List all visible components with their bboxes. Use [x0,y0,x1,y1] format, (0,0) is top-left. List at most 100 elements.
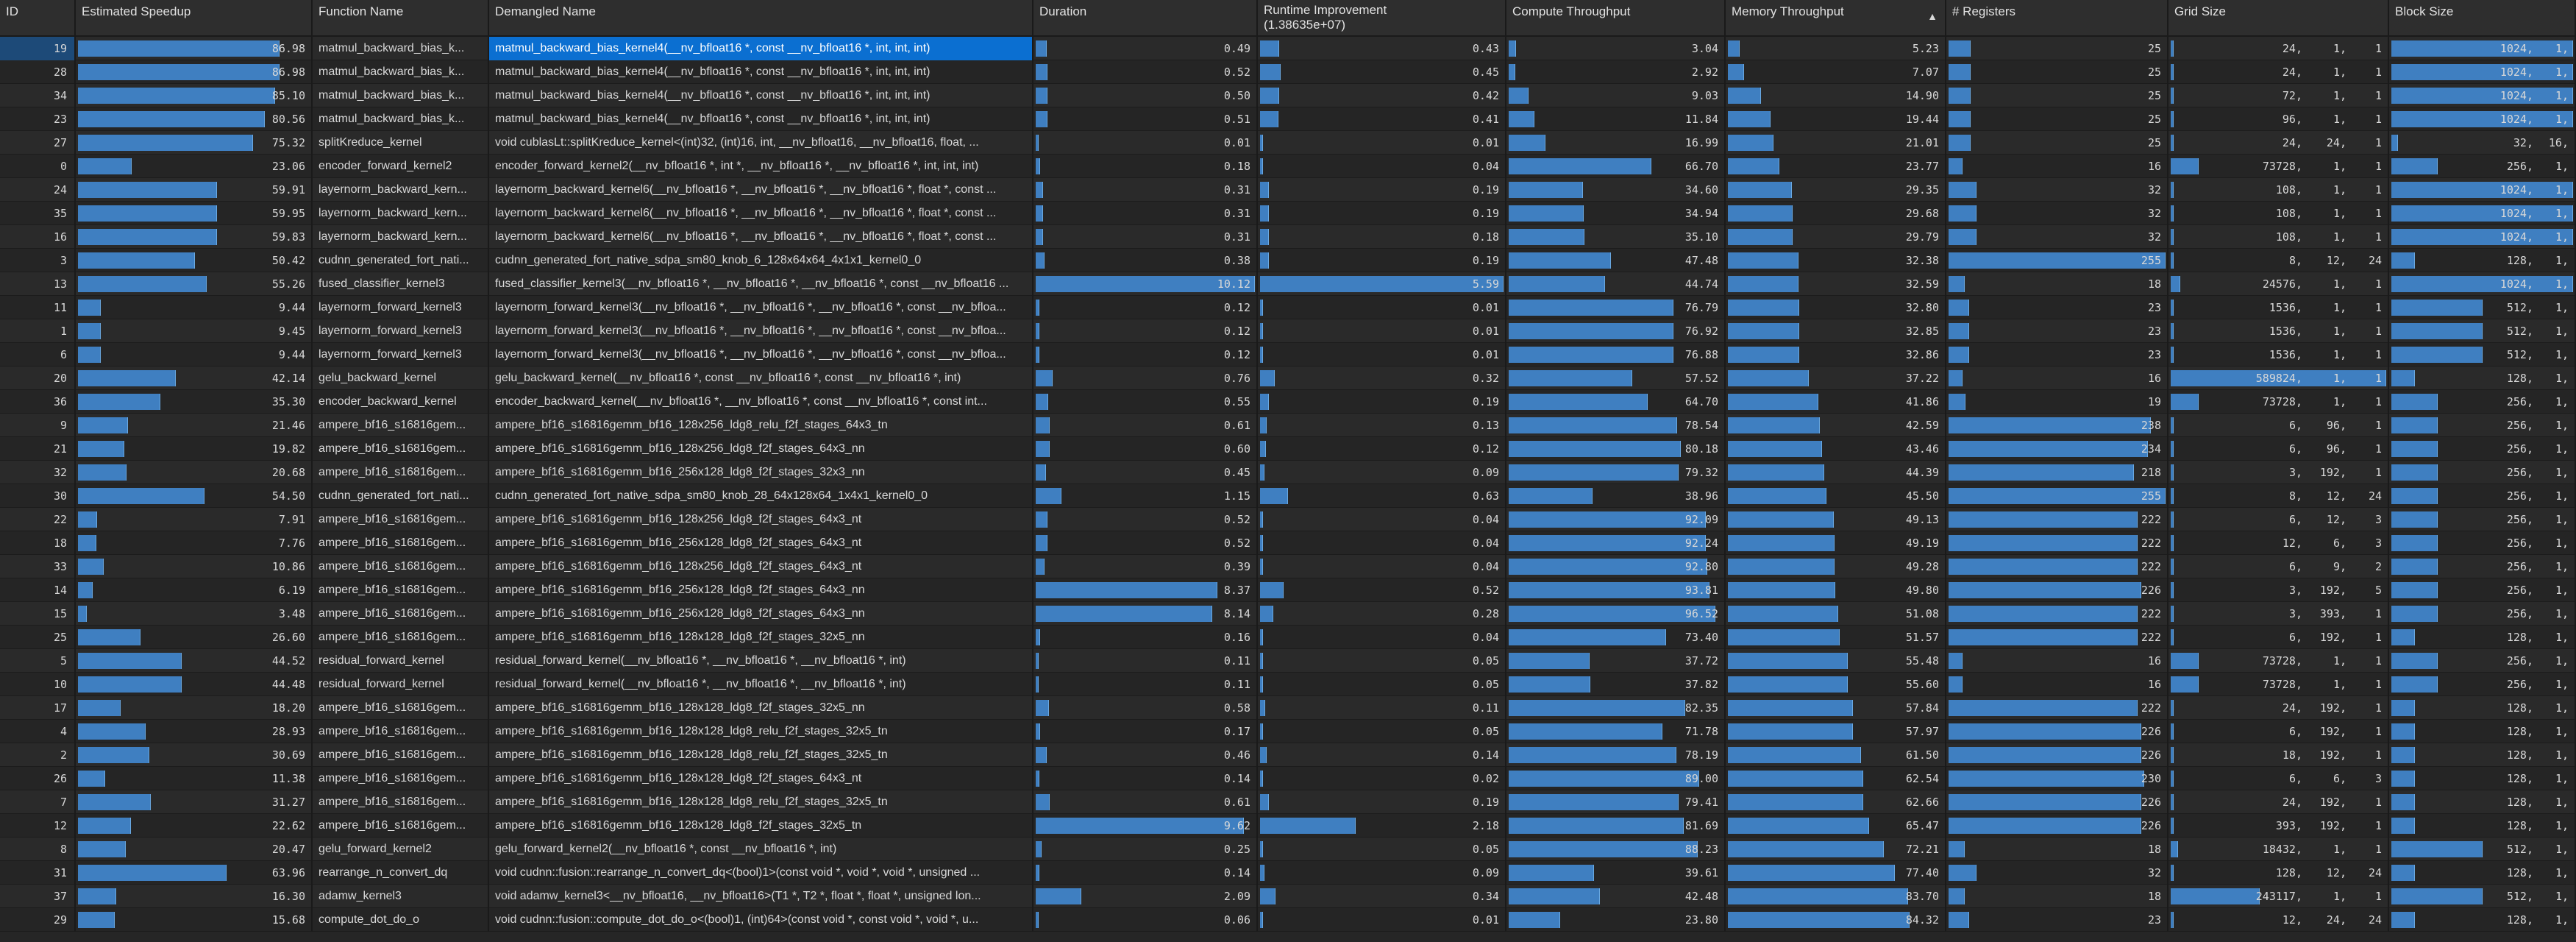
memory-throughput-cell[interactable]: 19.44 [1726,107,1946,131]
function-name-cell[interactable]: layernorm_forward_kernel3 [313,319,489,343]
id-cell[interactable]: 34 [0,84,76,107]
grid-size-cell[interactable]: 3, 192, 1 [2168,461,2389,484]
demangled-name-cell[interactable]: void cudnn::fusion::compute_dot_do_o<(bo… [489,908,1033,932]
block-size-cell[interactable]: 512, 1, [2389,837,2576,861]
id-cell[interactable]: 24 [0,178,76,202]
runtime-improvement-cell[interactable]: 0.01 [1258,343,1506,366]
grid-size-cell[interactable]: 108, 1, 1 [2168,225,2389,249]
function-name-cell[interactable]: compute_dot_do_o [313,908,489,932]
compute-throughput-cell[interactable]: 57.52 [1506,366,1726,390]
memory-throughput-cell[interactable]: 55.48 [1726,649,1946,673]
function-name-cell[interactable]: ampere_bf16_s16816gem... [313,696,489,720]
id-cell[interactable]: 14 [0,578,76,602]
block-size-cell[interactable]: 128, 1, [2389,743,2576,767]
grid-size-cell[interactable]: 6, 192, 1 [2168,720,2389,743]
compute-throughput-cell[interactable]: 71.78 [1506,720,1726,743]
table-row[interactable]: 2 30.69 ampere_bf16_s16816gem... ampere_bf1… [0,743,2576,767]
duration-cell[interactable]: 0.49 [1033,37,1258,60]
block-size-cell[interactable]: 128, 1, [2389,626,2576,649]
grid-size-cell[interactable]: 72, 1, 1 [2168,84,2389,107]
estimated-speedup-cell[interactable]: 20.68 [76,461,313,484]
duration-cell[interactable]: 0.18 [1033,155,1258,178]
memory-throughput-cell[interactable]: 57.97 [1726,720,1946,743]
estimated-speedup-cell[interactable]: 15.68 [76,908,313,932]
compute-throughput-cell[interactable]: 37.72 [1506,649,1726,673]
block-size-cell[interactable]: 512, 1, [2389,319,2576,343]
registers-cell[interactable]: 25 [1946,131,2168,155]
runtime-improvement-cell[interactable]: 0.11 [1258,696,1506,720]
compute-throughput-cell[interactable]: 38.96 [1506,484,1726,508]
estimated-speedup-cell[interactable]: 6.19 [76,578,313,602]
memory-throughput-cell[interactable]: 62.66 [1726,790,1946,814]
compute-throughput-cell[interactable]: 9.03 [1506,84,1726,107]
estimated-speedup-cell[interactable]: 55.26 [76,272,313,296]
registers-cell[interactable]: 222 [1946,555,2168,578]
grid-size-cell[interactable]: 393, 192, 1 [2168,814,2389,837]
function-name-cell[interactable]: ampere_bf16_s16816gem... [313,508,489,531]
compute-throughput-cell[interactable]: 39.61 [1506,861,1726,885]
compute-throughput-cell[interactable]: 35.10 [1506,225,1726,249]
table-row[interactable]: 18 7.76 ampere_bf16_s16816gem... ampere_bf1… [0,531,2576,555]
memory-throughput-cell[interactable]: 62.54 [1726,767,1946,790]
table-row[interactable]: 26 11.38 ampere_bf16_s16816gem... ampere_bf… [0,767,2576,790]
block-size-cell[interactable]: 256, 1, [2389,578,2576,602]
registers-cell[interactable]: 226 [1946,578,2168,602]
registers-cell[interactable]: 32 [1946,178,2168,202]
registers-cell[interactable]: 23 [1946,296,2168,319]
grid-size-cell[interactable]: 6, 6, 3 [2168,767,2389,790]
registers-cell[interactable]: 226 [1946,814,2168,837]
memory-throughput-cell[interactable]: 72.21 [1726,837,1946,861]
runtime-improvement-cell[interactable]: 0.19 [1258,390,1506,414]
memory-throughput-cell[interactable]: 65.47 [1726,814,1946,837]
block-size-cell[interactable]: 256, 1, [2389,602,2576,626]
compute-throughput-cell[interactable]: 76.88 [1506,343,1726,366]
id-cell[interactable]: 35 [0,202,76,225]
estimated-speedup-cell[interactable]: 10.86 [76,555,313,578]
id-cell[interactable]: 22 [0,508,76,531]
duration-cell[interactable]: 0.61 [1033,414,1258,437]
table-row[interactable]: 15 3.48 ampere_bf16_s16816gem... ampere_bf1… [0,602,2576,626]
demangled-name-cell[interactable]: ampere_bf16_s16816gemm_bf16_256x128_ldg8… [489,602,1033,626]
memory-throughput-cell[interactable]: 29.35 [1726,178,1946,202]
block-size-cell[interactable]: 1024, 1, [2389,178,2576,202]
function-name-cell[interactable]: adamw_kernel3 [313,885,489,908]
registers-cell[interactable]: 18 [1946,885,2168,908]
estimated-speedup-cell[interactable]: 11.38 [76,767,313,790]
duration-cell[interactable]: 0.12 [1033,296,1258,319]
duration-cell[interactable]: 0.11 [1033,649,1258,673]
memory-throughput-cell[interactable]: 49.19 [1726,531,1946,555]
id-cell[interactable]: 27 [0,131,76,155]
duration-cell[interactable]: 0.52 [1033,508,1258,531]
duration-cell[interactable]: 1.15 [1033,484,1258,508]
block-size-cell[interactable]: 256, 1, [2389,414,2576,437]
registers-cell[interactable]: 25 [1946,84,2168,107]
registers-cell[interactable]: 25 [1946,37,2168,60]
table-row[interactable]: 23 80.56 matmul_backward_bias_k... matmul_b… [0,107,2576,131]
runtime-improvement-cell[interactable]: 0.45 [1258,60,1506,84]
demangled-name-cell[interactable]: layernorm_backward_kernel6(__nv_bfloat16… [489,225,1033,249]
estimated-speedup-cell[interactable]: 28.93 [76,720,313,743]
registers-cell[interactable]: 32 [1946,225,2168,249]
function-name-cell[interactable]: cudnn_generated_fort_nati... [313,249,489,272]
demangled-name-cell[interactable]: ampere_bf16_s16816gemm_bf16_256x128_ldg8… [489,461,1033,484]
function-name-cell[interactable]: gelu_backward_kernel [313,366,489,390]
header-block-size[interactable]: Block Size [2389,0,2576,37]
block-size-cell[interactable]: 512, 1, [2389,343,2576,366]
function-name-cell[interactable]: ampere_bf16_s16816gem... [313,414,489,437]
compute-throughput-cell[interactable]: 37.82 [1506,673,1726,696]
header-runtime-improvement[interactable]: Runtime Improvement (1.38635e+07) [1258,0,1506,37]
table-row[interactable]: 28 86.98 matmul_backward_bias_k... matmul_b… [0,60,2576,84]
id-cell[interactable]: 32 [0,461,76,484]
id-cell[interactable]: 26 [0,767,76,790]
runtime-improvement-cell[interactable]: 0.42 [1258,84,1506,107]
estimated-speedup-cell[interactable]: 86.98 [76,37,313,60]
memory-throughput-cell[interactable]: 5.23 [1726,37,1946,60]
grid-size-cell[interactable]: 8, 12, 24 [2168,484,2389,508]
registers-cell[interactable]: 255 [1946,484,2168,508]
function-name-cell[interactable]: ampere_bf16_s16816gem... [313,531,489,555]
block-size-cell[interactable]: 1024, 1, [2389,225,2576,249]
demangled-name-cell[interactable]: gelu_forward_kernel2(__nv_bfloat16 *, co… [489,837,1033,861]
duration-cell[interactable]: 0.60 [1033,437,1258,461]
estimated-speedup-cell[interactable]: 59.83 [76,225,313,249]
compute-throughput-cell[interactable]: 47.48 [1506,249,1726,272]
